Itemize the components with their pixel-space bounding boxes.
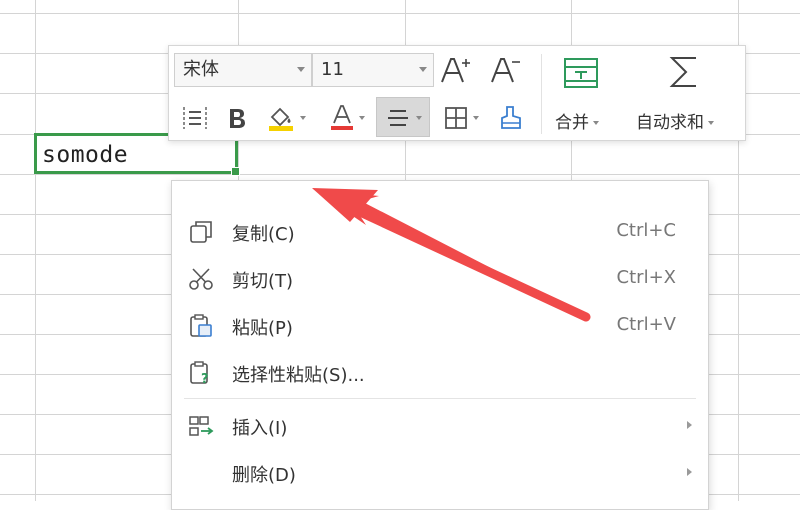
menu-item-paste[interactable]: 粘贴(P) Ctrl+V xyxy=(172,303,708,347)
menu-item-cut[interactable]: 剪切(T) Ctrl+X xyxy=(172,256,708,300)
fill-color-button[interactable] xyxy=(261,100,311,136)
toolbar-separator xyxy=(541,54,542,134)
chevron-down-icon[interactable] xyxy=(473,116,479,120)
font-size-select[interactable]: 11 xyxy=(312,53,434,87)
copy-icon xyxy=(190,221,212,243)
menu-item-delete[interactable]: 删除(D) xyxy=(172,450,708,494)
font-color-button[interactable] xyxy=(324,100,370,136)
menu-item-copy[interactable]: 复制(C) Ctrl+C xyxy=(172,209,708,253)
menu-item-label: 删除(D) xyxy=(232,465,296,486)
menu-item-label: 剪切(T) xyxy=(232,271,294,292)
borders-icon xyxy=(445,107,467,129)
menu-item-shortcut: Ctrl+V xyxy=(616,314,676,335)
increase-font-button[interactable] xyxy=(437,52,475,88)
menu-item-label: 复制(C) xyxy=(232,224,295,245)
submenu-arrow-icon xyxy=(687,421,692,429)
paste-special-icon: ? xyxy=(190,361,209,386)
chevron-down-icon[interactable] xyxy=(708,121,714,125)
insert-icon xyxy=(189,416,214,436)
font-name-select[interactable]: 宋体 xyxy=(174,53,312,87)
decrease-font-icon xyxy=(491,58,520,83)
mini-toolbar: 宋体 11 合并 自动求和 xyxy=(168,45,746,141)
context-menu: 复制(C) Ctrl+C 剪切(T) Ctrl+X 粘贴(P) Ctrl+V ?… xyxy=(171,180,709,510)
merge-button[interactable]: 合并 xyxy=(555,108,599,133)
menu-item-label: 选择性粘贴(S)... xyxy=(232,365,365,386)
merge-icon-button[interactable] xyxy=(561,54,601,92)
autosum-button[interactable]: 自动求和 xyxy=(636,108,714,133)
bold-button[interactable] xyxy=(221,100,253,136)
font-color-icon xyxy=(331,105,353,130)
wrap-text-icon xyxy=(183,107,207,129)
menu-item-label: 插入(I) xyxy=(232,418,288,439)
menu-item-paste-special[interactable]: ? 选择性粘贴(S)... xyxy=(172,350,708,394)
clear-format-button[interactable] xyxy=(493,100,529,136)
align-icon xyxy=(388,110,408,126)
chevron-down-icon[interactable] xyxy=(593,121,599,125)
chevron-down-icon[interactable] xyxy=(419,67,427,72)
paste-icon xyxy=(190,314,212,337)
submenu-arrow-icon xyxy=(687,468,692,476)
align-dropdown[interactable] xyxy=(377,100,429,136)
menu-item-label: 粘贴(P) xyxy=(232,318,293,339)
merge-label: 合并 xyxy=(555,113,589,133)
menu-item-shortcut: Ctrl+X xyxy=(616,267,676,288)
sum-icon xyxy=(669,57,696,87)
clear-icon xyxy=(501,106,521,129)
menu-item-insert[interactable]: 插入(I) xyxy=(172,403,708,447)
chevron-down-icon[interactable] xyxy=(297,67,305,72)
autosum-label: 自动求和 xyxy=(636,113,704,133)
borders-button[interactable] xyxy=(437,100,485,136)
increase-font-icon xyxy=(441,58,470,83)
chevron-down-icon[interactable] xyxy=(416,116,422,120)
sum-icon-button[interactable] xyxy=(664,52,704,92)
fill-color-icon xyxy=(269,107,293,131)
font-size-value: 11 xyxy=(321,59,344,80)
merge-icon xyxy=(564,58,598,88)
menu-item-shortcut: Ctrl+C xyxy=(616,220,676,241)
cell-value: somode xyxy=(42,142,129,168)
wrap-text-button[interactable] xyxy=(177,100,213,136)
cut-icon xyxy=(189,268,213,290)
fill-handle[interactable] xyxy=(231,167,240,176)
menu-divider xyxy=(184,398,696,399)
svg-text:?: ? xyxy=(201,372,209,386)
bold-icon xyxy=(230,109,245,128)
font-name-value: 宋体 xyxy=(183,59,219,80)
chevron-down-icon[interactable] xyxy=(300,116,306,120)
chevron-down-icon[interactable] xyxy=(359,116,365,120)
decrease-font-button[interactable] xyxy=(487,52,525,88)
